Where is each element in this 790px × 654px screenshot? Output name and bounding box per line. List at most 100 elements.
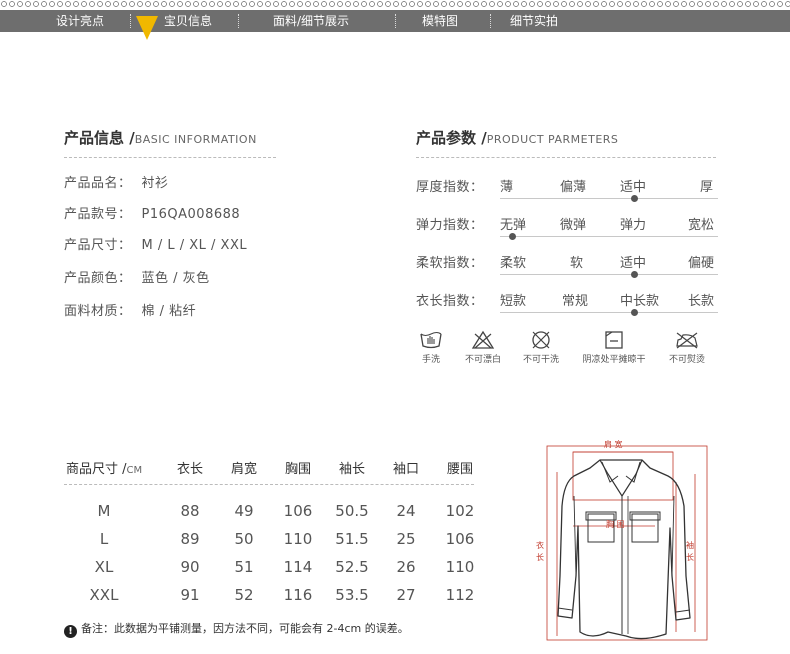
size-label: L bbox=[99, 530, 109, 548]
size-value-cell: 90 bbox=[180, 558, 200, 576]
size-value-cell: 110 bbox=[283, 530, 313, 548]
param-scale-line bbox=[500, 274, 718, 275]
info-row-sizes: 产品尺寸： M / L / XL / XXL bbox=[64, 238, 248, 253]
size-value-cell: 112 bbox=[445, 586, 475, 604]
size-table-header-size: 商品尺寸 /CM bbox=[66, 462, 143, 477]
param-selected-marker bbox=[631, 271, 638, 278]
param-scale-line bbox=[500, 312, 718, 313]
care-hand-wash: 手洗 bbox=[416, 330, 446, 365]
param-scale-line bbox=[500, 198, 718, 199]
active-tab-flag-icon bbox=[136, 16, 158, 40]
param-selected-marker bbox=[631, 309, 638, 316]
divider bbox=[64, 157, 276, 158]
size-column-header: 腰围 bbox=[446, 462, 473, 477]
size-column-header: 袖长 bbox=[338, 462, 365, 477]
param-label: 弹力指数： bbox=[416, 218, 484, 233]
info-row-name: 产品品名： 衬衫 bbox=[64, 176, 169, 191]
size-label: XXL bbox=[89, 586, 119, 604]
size-value-cell: 51 bbox=[234, 558, 254, 576]
nav-item-model-photos[interactable]: 模特图 bbox=[408, 10, 472, 32]
param-option: 宽松 bbox=[688, 218, 715, 233]
param-option: 无弹 bbox=[500, 218, 527, 233]
size-value-cell: 102 bbox=[445, 502, 475, 520]
size-label: M bbox=[97, 502, 111, 520]
param-label: 厚度指数： bbox=[416, 180, 484, 195]
param-option: 微弹 bbox=[560, 218, 587, 233]
divider bbox=[64, 484, 474, 485]
sleeve-label-bottom: 长 bbox=[686, 553, 694, 562]
size-value-cell: 110 bbox=[445, 558, 475, 576]
param-option: 薄 bbox=[500, 180, 514, 195]
divider bbox=[416, 157, 716, 158]
care-no-bleach: 不可漂白 bbox=[460, 330, 506, 365]
size-value-cell: 114 bbox=[283, 558, 313, 576]
size-value-cell: 26 bbox=[396, 558, 416, 576]
nav-separator bbox=[490, 14, 491, 28]
param-scale-line bbox=[500, 236, 718, 237]
param-option: 厚 bbox=[700, 180, 714, 195]
size-value-cell: 25 bbox=[396, 530, 416, 548]
nav-item-detail-photos[interactable]: 细节实拍 bbox=[502, 10, 566, 32]
nav-item-product-info[interactable]: 宝贝信息 bbox=[150, 10, 226, 32]
param-label: 衣长指数： bbox=[416, 294, 484, 309]
param-option: 短款 bbox=[500, 294, 527, 309]
size-value-cell: 106 bbox=[283, 502, 313, 520]
size-value-cell: 106 bbox=[445, 530, 475, 548]
nav-decorative-border bbox=[0, 0, 790, 8]
size-value-cell: 50 bbox=[234, 530, 254, 548]
chest-label: 胸 围 bbox=[606, 520, 625, 529]
size-value-cell: 91 bbox=[180, 586, 200, 604]
param-option: 柔软 bbox=[500, 256, 527, 271]
size-column-header: 肩宽 bbox=[230, 462, 257, 477]
warning-icon: ! bbox=[64, 625, 77, 638]
size-value-cell: 52 bbox=[234, 586, 254, 604]
care-no-dry-clean: 不可干洗 bbox=[518, 330, 564, 365]
basic-info-title: 产品信息 /BASIC INFORMATION bbox=[64, 129, 257, 147]
param-option: 偏硬 bbox=[688, 256, 715, 271]
params-title: 产品参数 /PRODUCT PARMETERS bbox=[416, 129, 619, 147]
param-option: 常规 bbox=[562, 294, 589, 309]
param-selected-marker bbox=[509, 233, 516, 240]
care-no-iron: 不可熨烫 bbox=[664, 330, 710, 365]
size-value-cell: 27 bbox=[396, 586, 416, 604]
param-option: 软 bbox=[570, 256, 584, 271]
top-nav: 设计亮点 宝贝信息 面料/细节展示 模特图 细节实拍 bbox=[0, 10, 790, 32]
length-label-bottom: 长 bbox=[536, 553, 544, 562]
size-value-cell: 52.5 bbox=[335, 558, 369, 576]
sleeve-label-top: 袖 bbox=[686, 541, 694, 550]
param-option: 弹力 bbox=[620, 218, 647, 233]
info-row-style-no: 产品款号： P16QA008688 bbox=[64, 207, 241, 222]
hand-wash-icon bbox=[420, 331, 442, 349]
size-value-cell: 50.5 bbox=[335, 502, 369, 520]
size-column-header: 袖口 bbox=[392, 462, 419, 477]
size-column-header: 衣长 bbox=[176, 462, 203, 477]
size-column-header: 胸围 bbox=[284, 462, 311, 477]
info-row-material: 面料材质：棉 / 粘纤 bbox=[64, 304, 197, 319]
size-value-cell: 51.5 bbox=[335, 530, 369, 548]
param-selected-marker bbox=[631, 195, 638, 202]
no-bleach-icon bbox=[471, 330, 495, 349]
param-option: 适中 bbox=[620, 180, 647, 195]
size-value-cell: 89 bbox=[180, 530, 200, 548]
nav-item-fabric-details[interactable]: 面料/细节展示 bbox=[256, 10, 366, 32]
param-option: 偏薄 bbox=[560, 180, 587, 195]
info-row-colors: 产品颜色： 蓝色 / 灰色 bbox=[64, 271, 210, 286]
param-label: 柔软指数： bbox=[416, 256, 484, 271]
size-value-cell: 49 bbox=[234, 502, 254, 520]
care-shade-flat-dry: 阴凉处平摊晾干 bbox=[576, 330, 652, 365]
size-label: XL bbox=[94, 558, 114, 576]
size-value-cell: 53.5 bbox=[335, 586, 369, 604]
size-value-cell: 116 bbox=[283, 586, 313, 604]
nav-item-design-highlights[interactable]: 设计亮点 bbox=[40, 10, 120, 32]
param-option: 中长款 bbox=[620, 294, 660, 309]
nav-separator bbox=[130, 14, 131, 28]
length-label-top: 衣 bbox=[536, 541, 544, 550]
no-iron-icon bbox=[676, 332, 698, 349]
param-option: 长款 bbox=[688, 294, 715, 309]
measurement-note: ! 备注：此数据为平铺测量，因方法不同，可能会有 2-4cm 的误差。 bbox=[64, 620, 409, 638]
shoulder-width-label: 肩 宽 bbox=[604, 440, 623, 449]
param-option: 适中 bbox=[620, 256, 647, 271]
nav-separator bbox=[238, 14, 239, 28]
shade-flat-dry-icon bbox=[605, 331, 623, 349]
size-value-cell: 24 bbox=[396, 502, 416, 520]
